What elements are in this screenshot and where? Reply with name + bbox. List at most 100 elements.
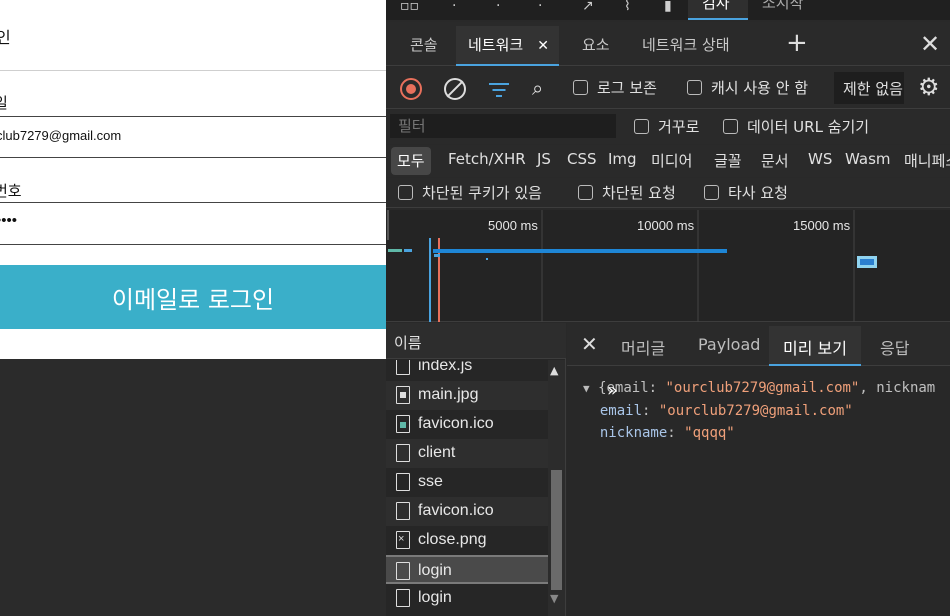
tab-elements[interactable]: 요소	[582, 34, 610, 55]
request-name: login	[418, 589, 452, 606]
arrow-icon[interactable]: ↗	[582, 0, 594, 14]
close-detail-icon[interactable]: ✕	[581, 332, 598, 356]
invert-checkbox[interactable]	[634, 119, 649, 134]
hide-data-urls-checkbox[interactable]	[723, 119, 738, 134]
expand-triangle-icon[interactable]: ▼	[583, 382, 590, 395]
request-rows: index.js main.jpg favicon.ico client sse favi…	[386, 360, 548, 616]
block-filter-row: 차단된 쿠키가 있음 차단된 요청 타사 요청	[386, 178, 950, 208]
scroll-down-icon[interactable]: ▼	[550, 592, 558, 605]
third-party-checkbox[interactable]	[704, 185, 719, 200]
type-filter-css[interactable]: CSS	[567, 150, 597, 168]
type-filter-media[interactable]: 미디어	[651, 150, 692, 171]
blocked-cookies-checkbox[interactable]	[398, 185, 413, 200]
tab-payload[interactable]: Payload	[698, 335, 760, 354]
throttling-select[interactable]: 제한 없음	[834, 72, 904, 104]
json-value-email: "ourclub7279@gmail.com"	[658, 403, 853, 419]
add-tab-icon[interactable]: +	[786, 28, 808, 58]
divider	[0, 157, 386, 158]
blocked-requests-checkbox[interactable]	[578, 185, 593, 200]
divider	[0, 116, 386, 117]
ico-file-icon	[396, 415, 410, 433]
tab-headers[interactable]: 머리글	[621, 335, 665, 359]
request-name: client	[418, 444, 456, 461]
request-name: close.png	[418, 531, 487, 548]
json-value-nickname: "qqqq"	[684, 425, 735, 441]
type-filter-ws[interactable]: WS	[808, 150, 832, 168]
filter-input[interactable]	[390, 114, 616, 138]
table-row[interactable]: main.jpg	[386, 381, 548, 410]
top-strip: ▫▫ · · · ↗ ⌇ ▮ 검사 소시작	[386, 0, 950, 20]
disable-cache-checkbox[interactable]	[687, 80, 702, 95]
preserve-log-checkbox[interactable]	[573, 80, 588, 95]
network-overview[interactable]: 5000 ms 10000 ms 15000 ms	[386, 210, 950, 322]
type-filter-manifest[interactable]: 매니페스트	[904, 150, 950, 171]
close-tab-icon[interactable]: ✕	[537, 38, 549, 54]
tab-network[interactable]: 네트워크 ✕	[456, 26, 559, 66]
file-file-icon	[396, 360, 410, 375]
brush-icon[interactable]: ⌇	[624, 0, 631, 14]
request-name: index.js	[418, 360, 473, 374]
table-row[interactable]: close.png	[386, 526, 548, 555]
type-filter-font[interactable]: 글꼴	[714, 150, 742, 171]
request-name: sse	[418, 473, 443, 490]
type-filter-doc[interactable]: 문서	[761, 150, 789, 171]
scrollbar-thumb[interactable]	[551, 470, 562, 590]
img-file-icon	[396, 386, 410, 404]
file-file-icon	[396, 473, 410, 491]
table-row[interactable]: client	[386, 439, 548, 468]
table-row[interactable]: favicon.ico	[386, 410, 548, 439]
device-icon[interactable]: ▫▫	[400, 0, 419, 14]
preserve-log-label: 로그 보존	[597, 79, 657, 97]
type-filter-img[interactable]: Img	[608, 150, 637, 168]
clear-icon[interactable]	[444, 78, 466, 100]
request-list: 이름 index.js main.jpg favicon.ico client sse f…	[386, 323, 566, 616]
invert-label: 거꾸로	[658, 118, 700, 136]
email-login-button[interactable]: 이메일로 로그인	[0, 265, 386, 329]
record-icon[interactable]	[400, 78, 422, 100]
gear-icon[interactable]: ⚙	[918, 73, 940, 101]
table-row[interactable]: sse	[386, 468, 548, 497]
table-row[interactable]: login	[386, 555, 548, 584]
password-label: 번호	[0, 182, 22, 200]
top-tab-next[interactable]: 소시작	[762, 0, 803, 13]
scroll-up-icon[interactable]: ▲	[550, 364, 558, 377]
request-name: favicon.ico	[418, 415, 494, 432]
request-list-scrollbar[interactable]: ▲ ▼	[548, 360, 565, 616]
close-devtools-icon[interactable]: ✕	[920, 30, 940, 58]
dot-icon[interactable]: ·	[496, 0, 500, 14]
disable-cache-label: 캐시 사용 안 함	[711, 79, 809, 97]
dot-icon[interactable]: ·	[452, 0, 456, 14]
name-column-header[interactable]: 이름	[386, 323, 566, 359]
request-bar	[388, 249, 402, 252]
email-field[interactable]: club7279@gmail.com	[0, 128, 121, 143]
table-row[interactable]: login	[386, 584, 548, 613]
network-toolbar: ⌕ 로그 보존 캐시 사용 안 함 제한 없음 ⚙	[386, 67, 950, 109]
blocked-cookies-label: 차단된 쿠키가 있음	[422, 184, 542, 202]
page-title: 인	[0, 28, 11, 47]
type-filter-js[interactable]: JS	[537, 150, 551, 168]
password-field[interactable]: ••••	[0, 212, 17, 229]
table-row[interactable]: favicon.ico	[386, 497, 548, 526]
table-row[interactable]: index.js	[386, 360, 548, 381]
file-file-icon	[396, 562, 410, 580]
tab-network-conditions[interactable]: 네트워크 상태	[642, 34, 730, 55]
request-bar	[434, 254, 440, 257]
filter-icon[interactable]	[488, 78, 510, 100]
third-party-label: 타사 요청	[728, 184, 788, 202]
app-icon[interactable]: ▮	[664, 0, 672, 14]
type-filter-all[interactable]: 모두	[391, 147, 431, 175]
devtools-tabbar: 콘솔 네트워크 ✕ 요소 네트워크 상태 + ✕	[386, 22, 950, 66]
blocked-requests-label: 차단된 요청	[602, 184, 676, 202]
dot-icon[interactable]: ·	[538, 0, 542, 14]
email-label: 일	[0, 94, 8, 112]
tab-response[interactable]: 응답	[880, 335, 909, 359]
request-name: favicon.ico	[418, 502, 494, 519]
type-filter-wasm[interactable]: Wasm	[845, 150, 891, 168]
tab-preview[interactable]: 미리 보기	[769, 326, 861, 366]
type-filter-row: 모두 Fetch/XHR JS CSS Img 미디어 글꼴 문서 WS Was…	[386, 145, 950, 177]
tab-console[interactable]: 콘솔	[410, 34, 438, 55]
search-icon[interactable]: ⌕	[532, 76, 543, 100]
type-filter-fetch-xhr[interactable]: Fetch/XHR	[448, 150, 526, 168]
request-bar	[860, 259, 874, 265]
top-tab-inspect[interactable]: 검사	[688, 0, 748, 20]
